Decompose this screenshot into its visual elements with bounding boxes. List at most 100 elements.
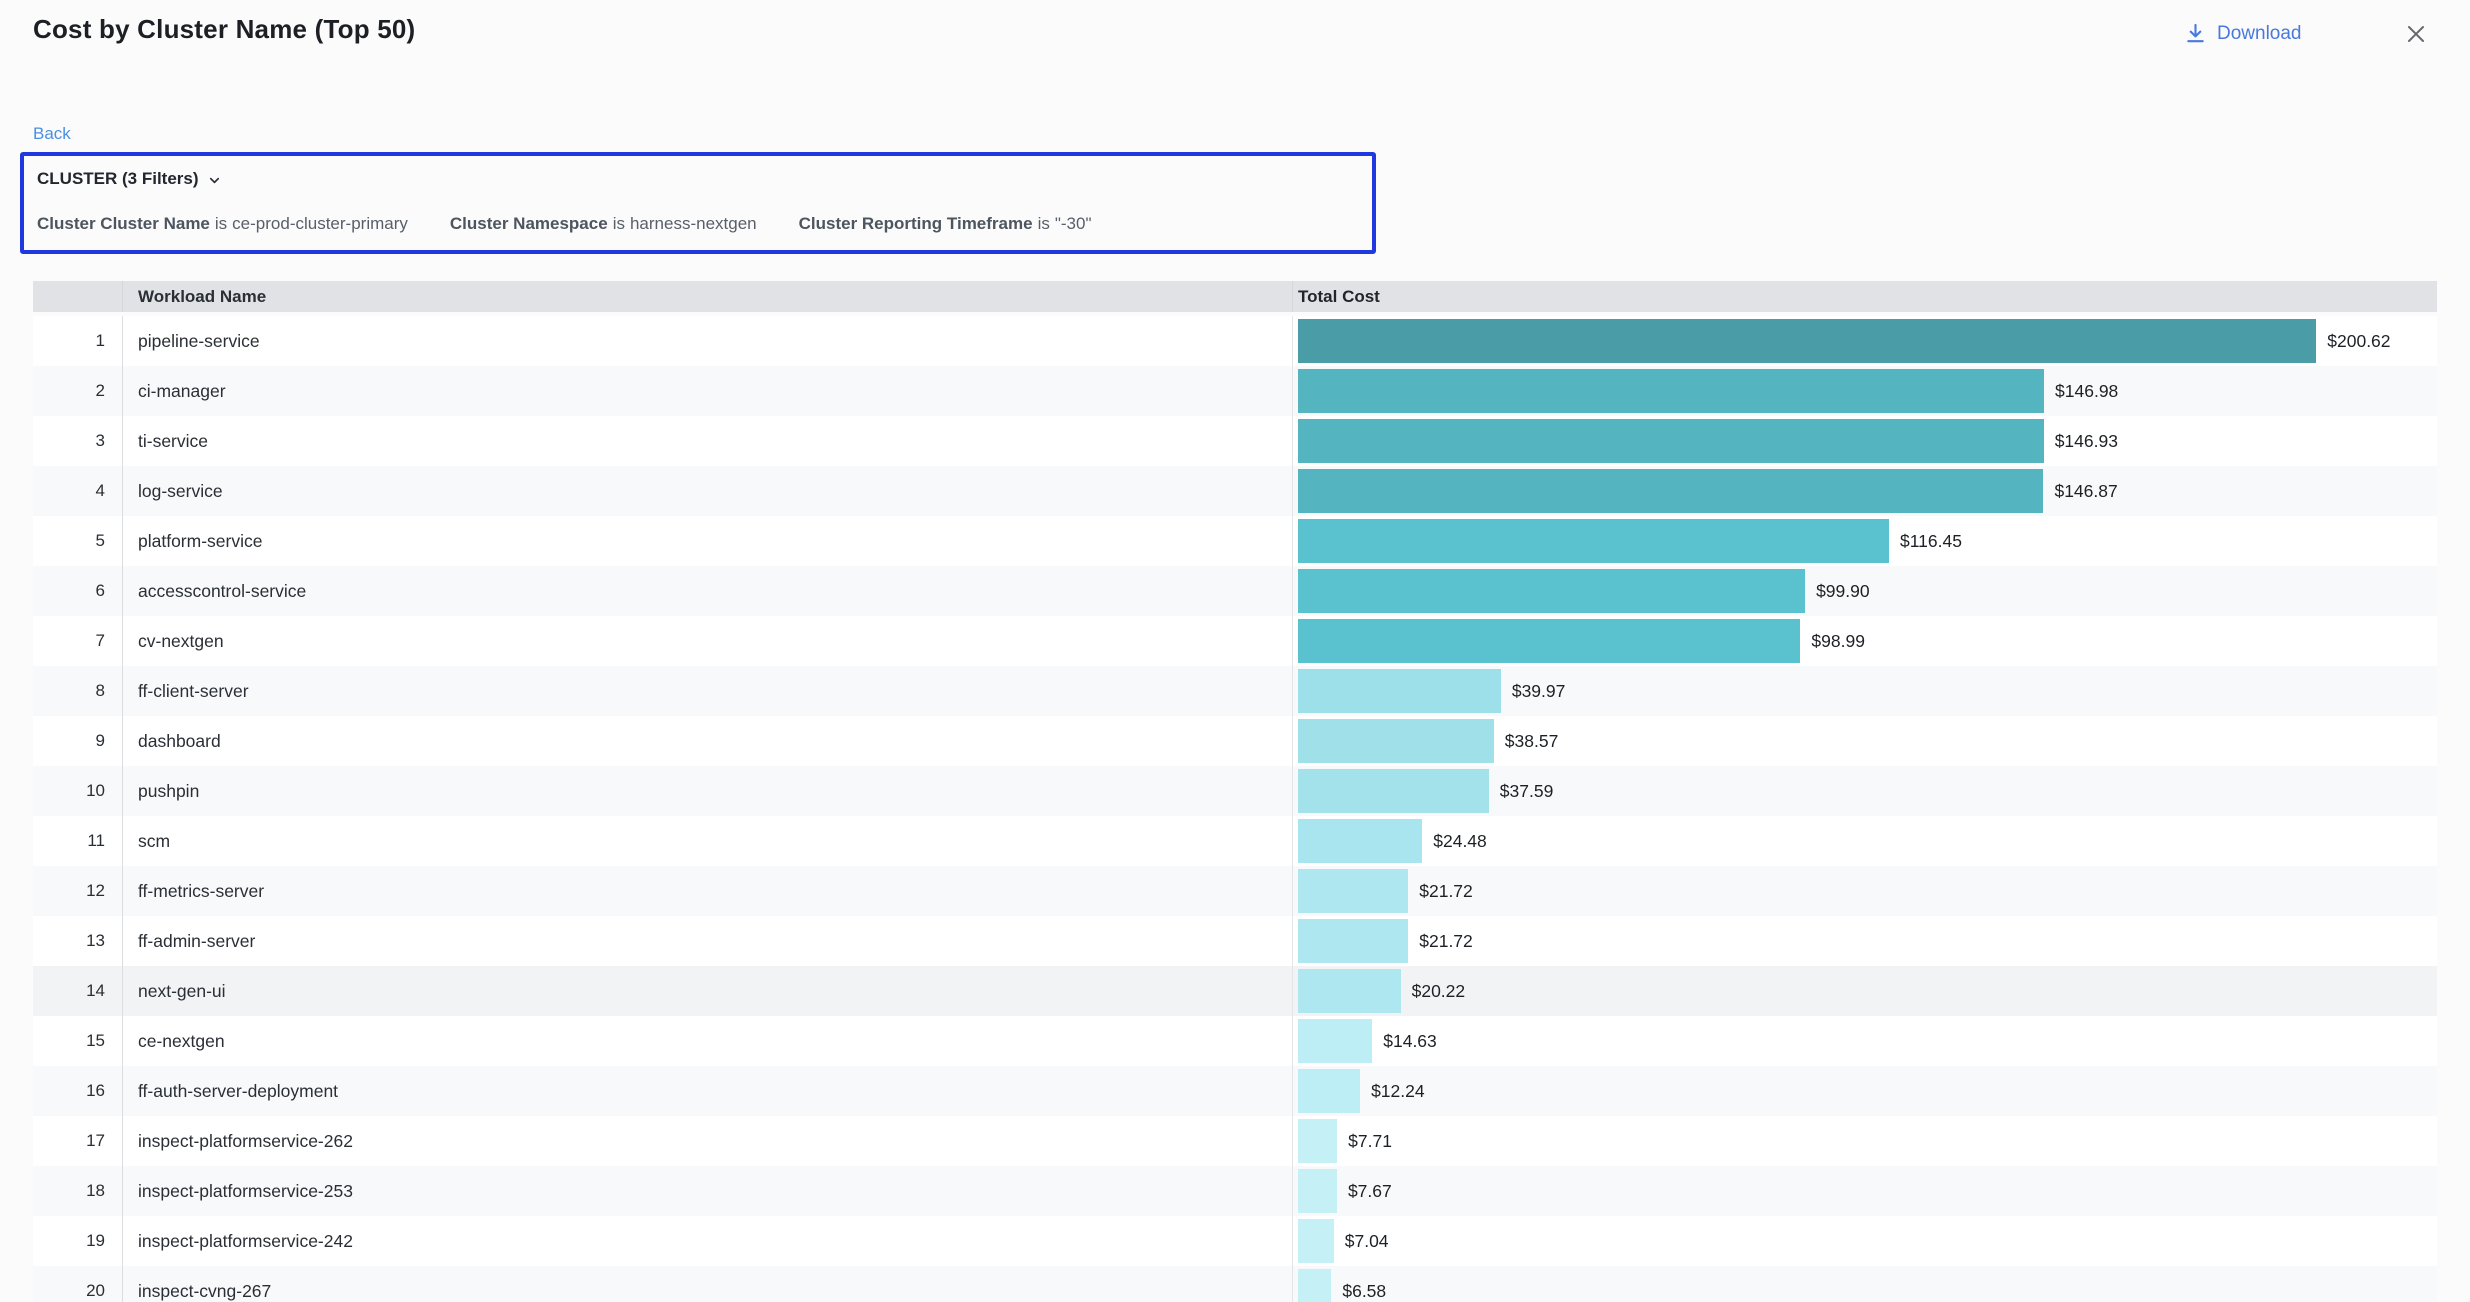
workload-name-cell: log-service (122, 466, 1292, 516)
chevron-down-icon (207, 171, 222, 188)
rank-cell: 13 (33, 916, 122, 966)
rank-cell: 12 (33, 866, 122, 916)
workload-name-cell: inspect-platformservice-262 (122, 1116, 1292, 1166)
cost-value-label: $98.99 (1811, 631, 1865, 652)
filter-cluster-name: Cluster Cluster Name is ce-prod-cluster-… (37, 214, 408, 234)
rank-cell: 11 (33, 816, 122, 866)
total-cost-cell: $20.22 (1292, 966, 2437, 1016)
filter-reporting-timeframe: Cluster Reporting Timeframe is "-30" (799, 214, 1092, 234)
cost-bar (1298, 519, 1889, 563)
cost-bar (1298, 769, 1489, 813)
table-row: 17 inspect-platformservice-262 $7.71 (33, 1116, 2437, 1166)
cost-value-label: $20.22 (1412, 981, 1466, 1002)
cost-value-label: $7.04 (1345, 1231, 1389, 1252)
cost-value-label: $12.24 (1371, 1081, 1425, 1102)
rank-cell: 20 (33, 1266, 122, 1302)
total-cost-cell: $146.87 (1292, 466, 2437, 516)
rank-cell: 1 (33, 316, 122, 366)
cost-bar (1298, 1269, 1331, 1302)
cost-bar (1298, 1019, 1372, 1063)
workload-name-cell: inspect-platformservice-253 (122, 1166, 1292, 1216)
rank-column-header (33, 281, 122, 312)
cluster-filter-dropdown[interactable]: CLUSTER (3 Filters) (37, 169, 222, 189)
total-cost-cell: $146.93 (1292, 416, 2437, 466)
rank-cell: 10 (33, 766, 122, 816)
table-body: 1 pipeline-service $200.62 2 ci-manager … (33, 316, 2437, 1302)
table-row: 5 platform-service $116.45 (33, 516, 2437, 566)
page-title: Cost by Cluster Name (Top 50) (33, 14, 415, 45)
rank-cell: 16 (33, 1066, 122, 1116)
total-cost-cell: $6.58 (1292, 1266, 2437, 1302)
workload-name-cell: platform-service (122, 516, 1292, 566)
download-button[interactable]: Download (2184, 22, 2302, 45)
table-header-row: Workload Name Total Cost (33, 281, 2437, 312)
rank-cell: 19 (33, 1216, 122, 1266)
cost-value-label: $7.67 (1348, 1181, 1392, 1202)
rank-cell: 3 (33, 416, 122, 466)
workload-name-cell: ci-manager (122, 366, 1292, 416)
cost-bar (1298, 1169, 1337, 1213)
cost-value-label: $21.72 (1419, 881, 1473, 902)
table-row: 19 inspect-platformservice-242 $7.04 (33, 1216, 2437, 1266)
workload-name-cell: ce-nextgen (122, 1016, 1292, 1066)
cost-bar (1298, 469, 2043, 513)
rank-cell: 17 (33, 1116, 122, 1166)
workload-name-column-header: Workload Name (122, 281, 1292, 312)
table-row: 10 pushpin $37.59 (33, 766, 2437, 816)
rank-cell: 6 (33, 566, 122, 616)
workload-name-cell: next-gen-ui (122, 966, 1292, 1016)
back-link[interactable]: Back (33, 124, 71, 144)
cost-bar (1298, 569, 1805, 613)
filter-namespace: Cluster Namespace is harness-nextgen (450, 214, 757, 234)
total-cost-cell: $39.97 (1292, 666, 2437, 716)
rank-cell: 9 (33, 716, 122, 766)
download-icon (2184, 22, 2207, 45)
table-row: 14 next-gen-ui $20.22 (33, 966, 2437, 1016)
cost-value-label: $21.72 (1419, 931, 1473, 952)
cost-value-label: $37.59 (1500, 781, 1554, 802)
total-cost-cell: $37.59 (1292, 766, 2437, 816)
workload-name-cell: ff-metrics-server (122, 866, 1292, 916)
table-row: 1 pipeline-service $200.62 (33, 316, 2437, 366)
table-row: 6 accesscontrol-service $99.90 (33, 566, 2437, 616)
total-cost-cell: $38.57 (1292, 716, 2437, 766)
rank-cell: 8 (33, 666, 122, 716)
table-row: 15 ce-nextgen $14.63 (33, 1016, 2437, 1066)
applied-filters: Cluster Cluster Name is ce-prod-cluster-… (37, 214, 1358, 234)
workload-name-cell: inspect-platformservice-242 (122, 1216, 1292, 1266)
workload-name-cell: ff-client-server (122, 666, 1292, 716)
total-cost-cell: $98.99 (1292, 616, 2437, 666)
cost-value-label: $146.93 (2055, 431, 2118, 452)
workload-name-cell: ti-service (122, 416, 1292, 466)
cost-bar (1298, 1119, 1337, 1163)
table-row: 11 scm $24.48 (33, 816, 2437, 866)
cost-value-label: $39.97 (1512, 681, 1566, 702)
cost-bar (1298, 1219, 1334, 1263)
total-cost-cell: $14.63 (1292, 1016, 2437, 1066)
table-row: 18 inspect-platformservice-253 $7.67 (33, 1166, 2437, 1216)
total-cost-cell: $24.48 (1292, 816, 2437, 866)
close-icon[interactable] (2400, 18, 2432, 50)
table-row: 8 ff-client-server $39.97 (33, 666, 2437, 716)
cost-value-label: $99.90 (1816, 581, 1870, 602)
workload-name-cell: scm (122, 816, 1292, 866)
cost-drilldown-panel: Cost by Cluster Name (Top 50) Download B… (0, 0, 2470, 1302)
workload-name-cell: accesscontrol-service (122, 566, 1292, 616)
total-cost-column-header: Total Cost (1292, 281, 2437, 312)
table-row: 4 log-service $146.87 (33, 466, 2437, 516)
cost-value-label: $7.71 (1348, 1131, 1392, 1152)
total-cost-cell: $99.90 (1292, 566, 2437, 616)
cost-bar (1298, 869, 1408, 913)
rank-cell: 4 (33, 466, 122, 516)
download-label: Download (2217, 23, 2302, 45)
total-cost-cell: $116.45 (1292, 516, 2437, 566)
table-row: 16 ff-auth-server-deployment $12.24 (33, 1066, 2437, 1116)
cost-value-label: $38.57 (1505, 731, 1559, 752)
cost-value-label: $14.63 (1383, 1031, 1437, 1052)
rank-cell: 14 (33, 966, 122, 1016)
cost-bar (1298, 919, 1408, 963)
cost-bar (1298, 669, 1501, 713)
cost-value-label: $146.87 (2054, 481, 2117, 502)
cluster-filter-summary-label: CLUSTER (3 Filters) (37, 169, 199, 189)
total-cost-cell: $7.04 (1292, 1216, 2437, 1266)
